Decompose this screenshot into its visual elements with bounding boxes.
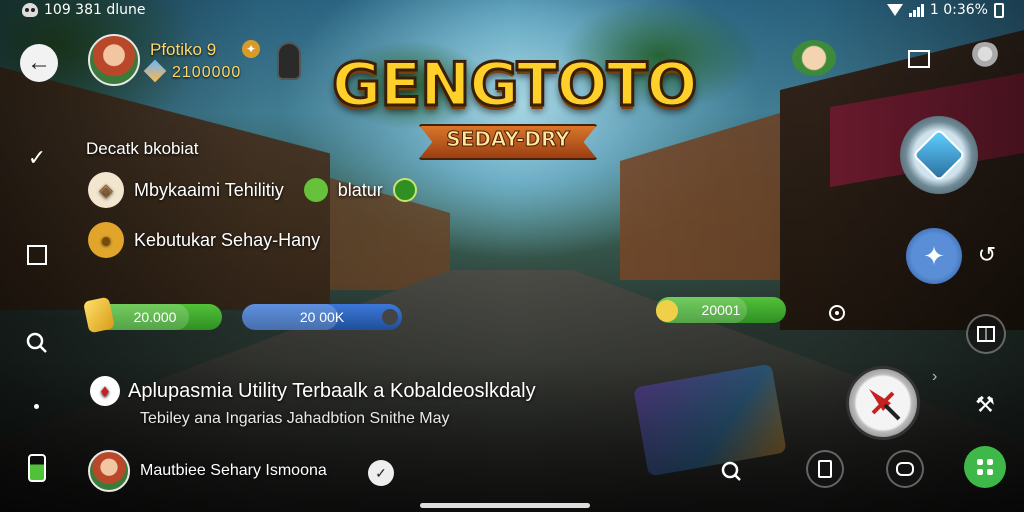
player-score: 2100000 [172,64,242,81]
bookmark-button[interactable] [806,450,844,488]
hat-icon [392,178,417,202]
potion-icon[interactable] [22,453,52,483]
menu-item-label: Mbykaaimi Tehilitiy [134,179,284,200]
status-bar-right: 1 0:36% [886,2,1004,18]
badge-icon: ✦ [242,40,260,58]
chat-icon [896,462,914,476]
logo-title: GENGTOTO [331,49,700,122]
battery-icon [994,2,1004,18]
coins-icon: ● [88,222,124,258]
layout-button[interactable] [966,314,1006,354]
back-button[interactable]: ← [20,44,58,82]
resource-value: 20.000 [133,309,177,325]
character-icon[interactable] [792,40,836,76]
game-screen: 109 381 dlune 1 0:36% ← Pfotiko 9 ✦ 2100… [0,0,1024,512]
menu-heading: Decatk bkobiat [86,139,199,158]
search-icon[interactable] [716,456,746,486]
logo-subtitle: SEDAY-DRY [446,127,570,152]
attack-button[interactable] [846,366,920,440]
menu-button[interactable] [964,446,1006,488]
home-indicator[interactable] [420,503,590,508]
app-icon [22,3,38,17]
coin-icon [656,300,678,322]
verified-icon: ✓ [368,460,394,486]
lantern-icon [277,42,301,80]
grid-icon [977,459,993,475]
avatar[interactable] [88,34,140,86]
undo-icon[interactable]: ↺ [972,240,1002,270]
status-left-text: 109 381 dlune [44,2,146,18]
sword-icon [869,389,901,421]
window-icon[interactable] [908,50,930,68]
chat-button[interactable] [886,450,924,488]
player-name: Pfotiko 9 [150,40,217,59]
target-icon[interactable] [822,298,852,328]
square-icon[interactable] [22,240,52,270]
bookmark-icon [818,460,832,478]
frog-icon [303,178,328,202]
pie-icon: ◈ [88,172,124,208]
skill-button[interactable]: ✦ [906,228,962,284]
menu-item-label: Kebutukar Sehay-Hany [134,229,321,250]
dot-icon [34,404,39,409]
utility-heading: ♦ Aplupasmia Utility Terbaalk a Kobaldeo… [90,376,536,406]
menu-item-extra: blatur [337,179,383,200]
profile-icon[interactable] [968,42,1002,76]
shield-button[interactable] [900,116,978,194]
alert-icon: ♦ [90,376,120,406]
shield-icon [912,128,966,182]
chevron-right-icon: › [932,368,938,385]
settings-icon[interactable] [382,309,398,325]
avatar[interactable] [88,450,130,492]
status-bar-left: 109 381 dlune [22,2,145,18]
menu-item[interactable]: ● Kebutukar Sehay-Hany [88,222,320,258]
search-icon[interactable] [22,328,52,358]
bottom-player-name: Mautbiee Sehary Ismoona [140,462,327,479]
skill-icon: ✦ [923,240,945,271]
battery-text: 1 0:36% [929,2,988,18]
columns-icon [977,326,995,342]
signal-icon [908,3,924,17]
wifi-icon [886,4,903,16]
menu-item[interactable]: ◈ Mbykaaimi Tehilitiy blatur [88,172,417,208]
resource-value: 20 00K [299,309,345,325]
utility-subtitle: Tebiley ana Ingarias Jahadbtion Snithe M… [140,410,450,427]
resource-value: 20001 [701,302,741,318]
game-logo: GENGTOTO [331,40,700,130]
resource-bar: 20 00K [242,304,402,330]
arrow-left-icon: ← [27,49,51,76]
check-icon[interactable]: ✓ [22,143,52,173]
hammer-icon[interactable]: ⚒ [970,390,1000,420]
utility-title: Aplupasmia Utility Terbaalk a Kobaldeosl… [128,379,536,402]
